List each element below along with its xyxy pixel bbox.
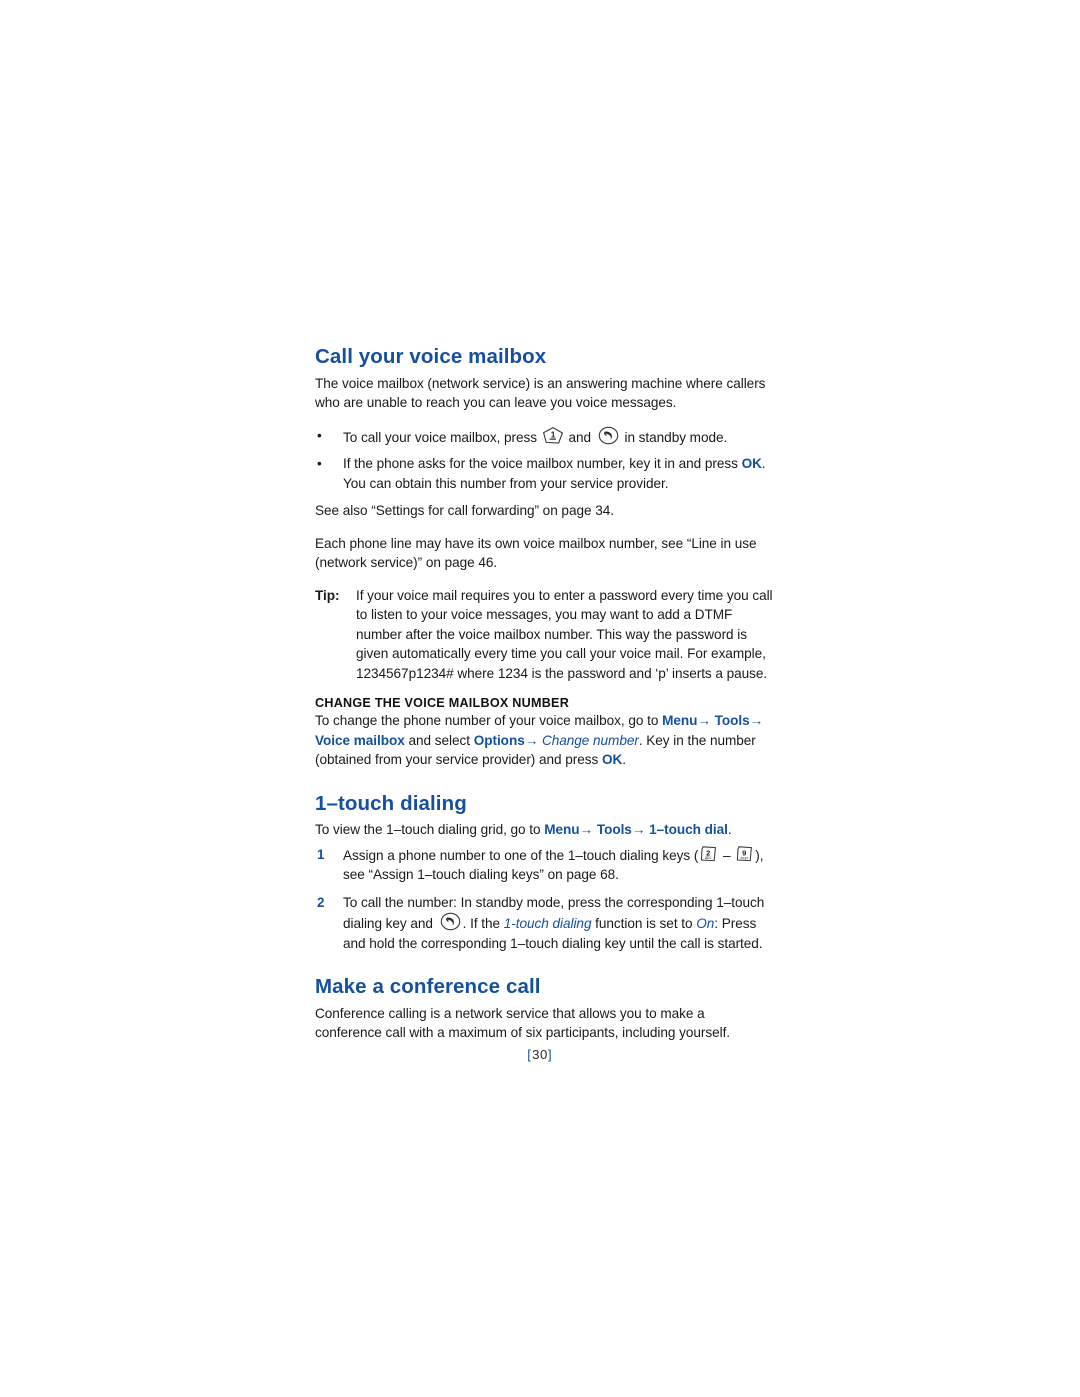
- change-number-text-2: and select: [404, 732, 474, 748]
- page-number-footer: [30]: [0, 1047, 1080, 1062]
- bullet-1-text-part-1: To call your voice mailbox, press: [343, 429, 541, 445]
- heading-1-touch-dialing: 1–touch dialing: [315, 791, 467, 815]
- page-number-value: 30: [532, 1047, 548, 1062]
- tip-label: Tip:: [315, 587, 340, 603]
- one-touch-dialing-steps: 1 Assign a phone number to one of the 1–t…: [315, 845, 773, 954]
- ui-label-options: Options: [473, 732, 525, 748]
- call-key-icon: [440, 912, 461, 931]
- step-number: 2: [317, 894, 325, 910]
- bracket-right: ]: [547, 1047, 553, 1062]
- bullet-dot-icon: •: [317, 427, 322, 443]
- call-key-icon: [598, 426, 619, 445]
- list-item: • If the phone asks for the voice mailbox…: [315, 454, 773, 493]
- heading-make-a-conference-call: Make a conference call: [315, 975, 541, 999]
- subheading-change-the-voice-mailbox-number: CHANGE THE VOICE MAILBOX NUMBER: [315, 696, 570, 711]
- list-item: 1 Assign a phone number to one of the 1–t…: [315, 845, 773, 885]
- ui-label-voice-mailbox: Voice mailbox: [315, 732, 405, 748]
- ui-label-ok: OK: [601, 752, 623, 768]
- one-touch-intro-text-2: .: [727, 822, 732, 838]
- see-also-paragraph: See also “Settings for call forwarding” …: [315, 503, 614, 519]
- key-9-wxyz-icon: 9 wxyz: [735, 845, 754, 863]
- one-touch-intro-text-1: To view the 1–touch dialing grid, go to: [315, 822, 545, 838]
- change-number-text-4: .: [622, 752, 627, 768]
- arrow-icon: →: [749, 713, 764, 729]
- ui-label-tools: Tools: [714, 713, 750, 729]
- step-number: 1: [317, 846, 325, 862]
- bullet-2-text-part-1: If the phone asks for the voice mailbox …: [343, 456, 742, 472]
- list-item: 2 To call the number: In standby mode, pr…: [315, 893, 773, 954]
- key-1-icon: 1: [542, 426, 564, 445]
- step-2-text-2: . If the: [462, 916, 504, 932]
- step-1-separator: –: [719, 847, 735, 863]
- one-touch-dialing-intro-paragraph: To view the 1–touch dialing grid, go to …: [315, 820, 773, 840]
- step-1-text-1: Assign a phone number to one of the 1–to…: [343, 847, 699, 863]
- page-content: Call your voice mailbox The voice mailbo…: [315, 345, 773, 1056]
- tip-text: If your voice mail requires you to enter…: [356, 587, 773, 681]
- voice-mailbox-bullet-list: • To call your voice mailbox, press 1 and…: [315, 426, 773, 494]
- ui-label-tools: Tools: [596, 822, 632, 838]
- ui-label-menu: Menu: [662, 713, 698, 729]
- line-in-use-paragraph: Each phone line may have its own voice m…: [315, 535, 757, 571]
- key-2-abc-icon: 2 abc: [699, 845, 718, 863]
- ui-label-on: On: [696, 916, 715, 932]
- voice-mailbox-intro-paragraph: The voice mailbox (network service) is a…: [315, 375, 766, 411]
- ui-label-ok: OK: [741, 456, 762, 472]
- svg-text:wxyz: wxyz: [740, 856, 748, 860]
- svg-text:abc: abc: [705, 855, 712, 860]
- ui-label-change-number: Change number: [541, 732, 639, 748]
- arrow-icon: →: [579, 822, 594, 838]
- change-number-text-1: To change the phone number of your voice…: [315, 713, 663, 729]
- heading-call-your-voice-mailbox: Call your voice mailbox: [315, 345, 547, 368]
- change-number-paragraph: To change the phone number of your voice…: [315, 711, 773, 770]
- list-item: • To call your voice mailbox, press 1 and…: [315, 426, 773, 448]
- step-2-text-3: function is set to: [591, 916, 697, 932]
- bullet-dot-icon: •: [317, 456, 322, 472]
- bullet-1-text-part-3: in standby mode.: [620, 429, 728, 445]
- svg-text:1: 1: [550, 429, 555, 439]
- document-page: Call your voice mailbox The voice mailbo…: [0, 0, 1080, 1397]
- arrow-icon: →: [524, 732, 539, 748]
- ui-label-menu: Menu: [544, 822, 580, 838]
- bullet-1-text-part-2: and: [564, 429, 595, 445]
- arrow-icon: →: [697, 713, 711, 729]
- ui-label-1-touch-dialing: 1-touch dialing: [503, 916, 592, 932]
- arrow-icon: →: [631, 822, 646, 838]
- conference-call-paragraph: Conference calling is a network service …: [315, 1005, 731, 1041]
- tip-block: Tip: If your voice mail requires you to e…: [315, 586, 773, 684]
- ui-label-1-touch-dial: 1–touch dial: [649, 822, 728, 838]
